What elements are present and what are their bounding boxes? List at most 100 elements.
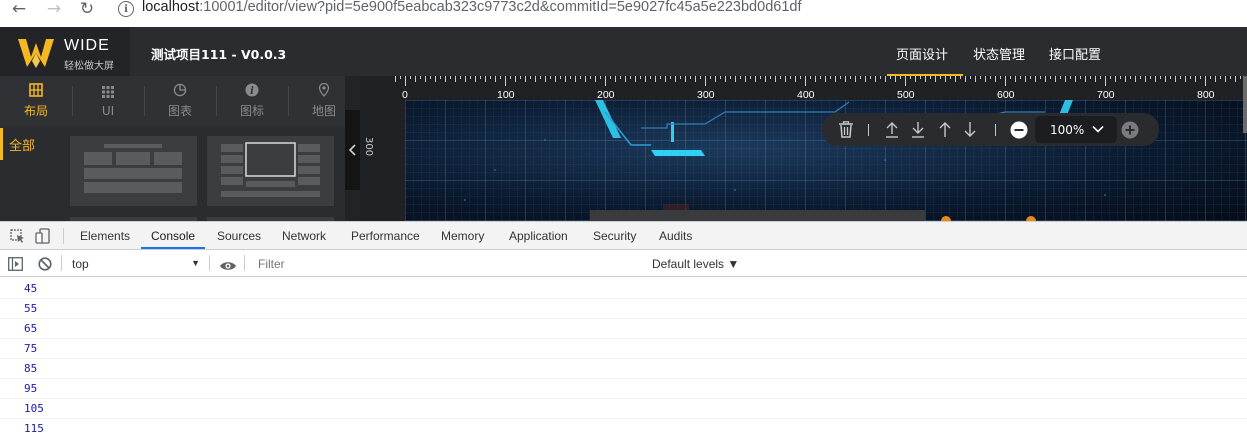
tab-console[interactable]: Console xyxy=(151,222,195,250)
collapse-panel-button[interactable] xyxy=(345,110,360,190)
grid-dots-icon xyxy=(102,85,114,98)
toolbar-divider xyxy=(209,255,210,271)
template-preview xyxy=(84,144,182,193)
tab-security[interactable]: Security xyxy=(593,222,636,250)
tab-application[interactable]: Application xyxy=(509,222,568,250)
send-to-bottom-button[interactable] xyxy=(907,113,929,146)
toolbar-divider xyxy=(868,124,869,136)
tab-icon[interactable]: i 图标 xyxy=(216,76,288,126)
sidebar-toggle-button[interactable] xyxy=(8,256,23,275)
canvas-horizontal-scrollbar[interactable] xyxy=(590,210,925,221)
console-log-line: 95 xyxy=(0,379,1247,399)
zoom-in-button[interactable] xyxy=(1119,113,1141,146)
zoom-out-icon xyxy=(1010,121,1028,138)
bring-to-top-button[interactable] xyxy=(881,113,903,146)
inspect-element-button[interactable] xyxy=(9,222,25,250)
editor-app: WIDE 轻松做大屏 测试项目111 - V0.0.3 页面设计 状态管理 接口… xyxy=(0,27,1247,221)
console-log-line: 75 xyxy=(0,339,1247,359)
clear-console-button[interactable] xyxy=(38,256,52,275)
context-select[interactable]: top ▼ xyxy=(65,250,204,277)
project-title: 测试项目111 - V0.0.3 xyxy=(151,47,287,62)
toolbar-divider xyxy=(61,255,62,271)
console-log-line: 45 xyxy=(0,279,1247,299)
tab-audits[interactable]: Audits xyxy=(659,222,692,250)
chart-pie-icon xyxy=(173,83,187,97)
tab-map-label: 地图 xyxy=(311,104,336,118)
component-panel: 布局 UI 图表 i 图标 地图 全部 xyxy=(0,76,345,221)
tab-icon-label: 图标 xyxy=(239,104,264,118)
active-tab-indicator xyxy=(141,247,205,249)
tab-layout[interactable]: 布局 xyxy=(0,76,72,126)
url-field[interactable]: localhost:10001/editor/view?pid=5e900f5e… xyxy=(142,0,801,15)
logo-icon xyxy=(18,39,54,68)
tab-ui[interactable]: UI xyxy=(72,76,144,126)
layout-template-2[interactable] xyxy=(207,136,334,206)
toolbar-divider xyxy=(244,255,245,271)
context-value: top xyxy=(72,256,89,271)
tab-sources[interactable]: Sources xyxy=(217,222,261,250)
brand-subtitle: 轻松做大屏 xyxy=(64,61,114,72)
eye-icon xyxy=(220,262,236,270)
map-pin-icon xyxy=(318,83,330,97)
console-log-line: 115 xyxy=(0,419,1247,437)
console-log-line: 85 xyxy=(0,359,1247,379)
component-tabs: 布局 UI 图表 i 图标 地图 xyxy=(0,76,345,126)
console-log-line: 65 xyxy=(0,319,1247,339)
console-log-line: 105 xyxy=(0,399,1247,419)
tab-api-config[interactable]: 接口配置 xyxy=(1049,44,1101,63)
devtools-panel: Elements Console Sources Network Perform… xyxy=(0,221,1247,437)
template-preview xyxy=(221,142,320,197)
zoom-in-icon xyxy=(1121,121,1139,138)
canvas-vertical-scrollbar[interactable] xyxy=(1243,76,1247,133)
tab-network[interactable]: Network xyxy=(282,222,326,250)
live-expression-button[interactable] xyxy=(219,257,237,276)
canvas-toolbar: 100% xyxy=(822,113,1159,146)
device-toolbar-button[interactable] xyxy=(34,222,52,250)
tab-memory[interactable]: Memory xyxy=(441,222,484,250)
layout-template-1[interactable] xyxy=(70,136,197,206)
move-up-button[interactable] xyxy=(934,113,956,146)
zoom-value: 100% xyxy=(1050,122,1085,137)
category-list: 全部 xyxy=(0,126,44,221)
logo[interactable]: WIDE 轻松做大屏 xyxy=(0,27,130,76)
reload-icon[interactable]: ↻ xyxy=(76,0,98,19)
move-up-icon xyxy=(939,122,951,137)
tab-page-design[interactable]: 页面设计 xyxy=(896,44,948,63)
log-levels-select[interactable]: Default levels ▼ xyxy=(652,250,739,277)
dropdown-arrow-icon: ▼ xyxy=(191,258,200,268)
bring-to-top-icon xyxy=(886,122,898,138)
tab-ui-label: UI xyxy=(101,103,115,118)
vertical-ruler-label: 300 xyxy=(363,137,374,157)
toolbar-divider xyxy=(995,124,996,136)
url-host: localhost xyxy=(142,0,200,15)
tab-state-management[interactable]: 状态管理 xyxy=(973,44,1025,63)
chevron-down-icon xyxy=(1092,125,1104,133)
console-filter-input[interactable] xyxy=(250,254,645,274)
zoom-out-button[interactable] xyxy=(1008,113,1030,146)
send-to-bottom-icon xyxy=(912,122,924,138)
category-all[interactable]: 全部 xyxy=(0,128,44,160)
console-log-line: 55 xyxy=(0,299,1247,319)
browser-address-bar: ← → ↻ i localhost:10001/editor/view?pid=… xyxy=(0,0,1247,19)
devtools-tabbar: Elements Console Sources Network Perform… xyxy=(0,222,1247,250)
move-down-icon xyxy=(964,122,976,137)
tab-chart[interactable]: 图表 xyxy=(144,76,216,126)
layout-icon xyxy=(29,83,43,97)
sidebar-toggle-icon xyxy=(8,257,23,271)
move-down-button[interactable] xyxy=(959,113,981,146)
block-icon xyxy=(38,257,52,271)
tab-layout-label: 布局 xyxy=(23,104,48,118)
device-icon xyxy=(35,228,50,244)
back-icon[interactable]: ← xyxy=(8,0,30,19)
svg-text:i: i xyxy=(250,86,254,97)
tab-performance[interactable]: Performance xyxy=(351,222,420,250)
tab-elements[interactable]: Elements xyxy=(80,222,130,250)
app-header: WIDE 轻松做大屏 测试项目111 - V0.0.3 页面设计 状态管理 接口… xyxy=(0,27,1247,76)
chevron-left-icon xyxy=(348,144,356,156)
inspect-icon xyxy=(9,228,24,243)
site-info-icon[interactable]: i xyxy=(118,1,134,17)
delete-button[interactable] xyxy=(835,113,857,146)
url-path: :10001/editor/view?pid=5e900f5eabcab323c… xyxy=(199,0,802,15)
zoom-select[interactable]: 100% xyxy=(1035,116,1117,143)
forward-icon[interactable]: → xyxy=(43,0,65,19)
